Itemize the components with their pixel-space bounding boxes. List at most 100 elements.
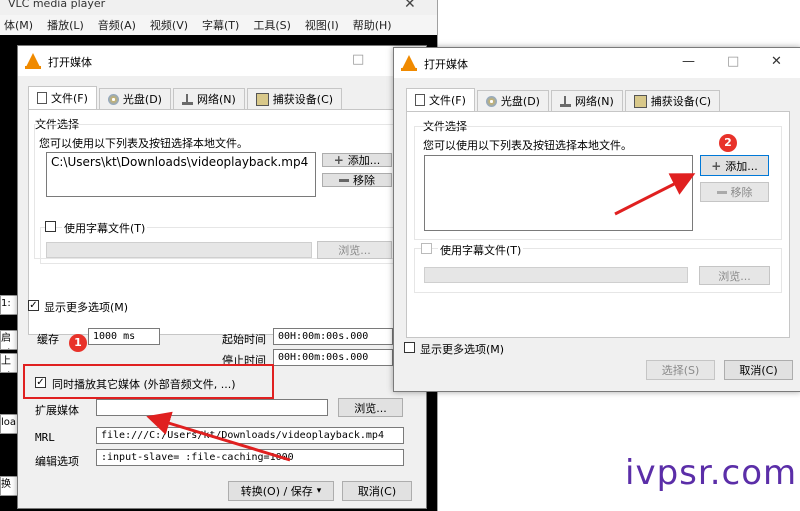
extra-media-field[interactable] — [96, 399, 328, 416]
tab-label: 捕获设备(C) — [272, 93, 334, 106]
remove-button[interactable]: 移除 — [322, 173, 392, 187]
menu-item-audio[interactable]: 音频(A) — [98, 17, 136, 33]
dialog-title: 打开媒体 — [48, 56, 92, 69]
file-list[interactable]: C:\Users\kt\Downloads\videoplayback.mp4 — [46, 152, 316, 197]
more-options-checkbox[interactable]: ✓ — [28, 300, 39, 311]
dialog-titlebar: 打开媒体 — □ ✕ — [394, 48, 800, 78]
tab-label: 光盘(D) — [122, 93, 162, 106]
chevron-down-icon: ▾ — [316, 486, 322, 496]
file-hint: 您可以使用以下列表及按钮选择本地文件。 — [39, 137, 248, 150]
tab-capture[interactable]: 捕获设备(C) — [246, 88, 343, 109]
subtitle-browse-button: 浏览... — [699, 266, 770, 285]
button-label: 取消(C) — [739, 364, 778, 377]
vlc-menubar: 体(M) 播放(L) 音频(A) 视频(V) 字幕(T) 工具(S) 视图(I)… — [0, 15, 437, 35]
plus-icon: + — [333, 153, 344, 167]
maximize-icon[interactable]: □ — [352, 52, 364, 67]
file-icon — [415, 94, 425, 106]
mrl-label: MRL — [35, 431, 55, 444]
subtitle-label: 使用字幕文件(T) — [438, 242, 524, 258]
tab-label: 文件(F) — [51, 92, 88, 105]
cancel-button[interactable]: 取消(C) — [342, 481, 412, 501]
list-item[interactable]: C:\Users\kt\Downloads\videoplayback.mp4 — [51, 155, 311, 169]
edit-options-field[interactable]: :input-slave= :file-caching=1000 — [96, 449, 404, 466]
subtitle-browse-button: 浏览... — [317, 241, 392, 259]
vlc-window-title: VLC media player — [8, 0, 106, 10]
capture-icon — [255, 92, 269, 106]
disc-icon — [107, 93, 119, 105]
step-badge-2: 2 — [719, 134, 737, 152]
open-media-dialog-right: 打开媒体 — □ ✕ 文件(F) 光盘(D) 网络(N) 捕获设备(C) 文件选… — [393, 47, 800, 392]
file-list[interactable] — [424, 155, 693, 231]
button-label: 取消(C) — [357, 485, 397, 498]
vlc-cone-icon — [25, 53, 41, 69]
subtitle-checkbox — [421, 243, 432, 254]
button-label: 浏览... — [338, 244, 371, 257]
convert-save-button[interactable]: 转换(O) / 保存 ▾ — [228, 481, 334, 501]
tab-file[interactable]: 文件(F) — [406, 88, 475, 111]
button-label: 选择(S) — [661, 364, 700, 377]
subtitle-checkbox[interactable] — [45, 221, 56, 232]
extra-browse-button[interactable]: 浏览... — [338, 398, 403, 417]
tab-label: 网络(N) — [574, 95, 614, 108]
highlight-box — [23, 364, 274, 399]
menu-item-playback[interactable]: 播放(L) — [47, 17, 84, 33]
network-icon — [559, 95, 571, 107]
subtitle-path-field — [46, 242, 312, 258]
close-icon[interactable]: ✕ — [771, 54, 782, 69]
file-icon — [37, 92, 47, 104]
vlc-cone-icon — [401, 55, 417, 71]
more-options-checkbox[interactable] — [404, 342, 415, 353]
minus-icon — [339, 178, 349, 182]
dialog-titlebar: 打开媒体 □ ✕ — [18, 46, 426, 76]
cancel-button[interactable]: 取消(C) — [724, 360, 793, 380]
more-options-label: 显示更多选项(M) — [44, 301, 129, 314]
close-icon[interactable]: ✕ — [404, 0, 416, 12]
cache-label: 缓存 — [37, 333, 59, 346]
start-time-label: 起始时间 — [222, 333, 266, 346]
tab-bar: 文件(F) 光盘(D) 网络(N) 捕获设备(C) — [406, 88, 722, 111]
minimize-icon[interactable]: — — [682, 54, 695, 69]
subtitle-path-field — [424, 267, 688, 283]
tab-label: 文件(F) — [429, 94, 466, 107]
file-hint: 您可以使用以下列表及按钮选择本地文件。 — [423, 139, 632, 152]
menu-item-help[interactable]: 帮助(H) — [353, 17, 392, 33]
menu-item-media[interactable]: 体(M) — [4, 17, 33, 33]
button-label: 移除 — [730, 186, 753, 199]
stop-time-field[interactable]: 00H:00m:00s.000 — [273, 349, 393, 366]
extra-media-label: 扩展媒体 — [35, 404, 79, 417]
tab-network[interactable]: 网络(N) — [172, 88, 245, 109]
cache-value: 1000 ms — [93, 331, 136, 342]
add-button[interactable]: + 添加... — [322, 153, 392, 167]
capture-icon — [633, 94, 647, 108]
tab-disc[interactable]: 光盘(D) — [98, 88, 171, 109]
menu-item-subtitle[interactable]: 字幕(T) — [202, 17, 239, 33]
add-button[interactable]: + 添加... — [700, 155, 769, 176]
button-label: 转换(O) / 保存 — [240, 485, 313, 498]
tab-network[interactable]: 网络(N) — [550, 90, 623, 111]
open-media-dialog-left: 打开媒体 □ ✕ 文件(F) 光盘(D) 网络(N) 捕获设备(C) 文件选择 … — [17, 45, 427, 509]
select-button: 选择(S) — [646, 360, 715, 380]
step-badge-1: 1 — [69, 334, 87, 352]
tab-file[interactable]: 文件(F) — [28, 86, 97, 109]
menu-item-tools[interactable]: 工具(S) — [253, 17, 291, 33]
mrl-field[interactable]: file:///C:/Users/kt/Downloads/videoplayb… — [96, 427, 404, 444]
minus-icon — [716, 190, 727, 194]
tab-disc[interactable]: 光盘(D) — [476, 90, 549, 111]
button-label: 移除 — [353, 174, 375, 187]
menu-item-video[interactable]: 视频(V) — [150, 17, 188, 33]
button-label: 浏览... — [718, 269, 751, 283]
watermark: ivpsr.com — [625, 453, 798, 493]
start-time-field[interactable]: 00H:00m:00s.000 — [273, 328, 393, 345]
tab-label: 网络(N) — [196, 93, 236, 106]
menu-item-view[interactable]: 视图(I) — [305, 17, 339, 33]
button-label: 添加... — [725, 159, 758, 173]
tab-capture[interactable]: 捕获设备(C) — [624, 90, 721, 111]
button-label: 添加... — [347, 154, 381, 167]
maximize-icon[interactable]: □ — [727, 54, 739, 69]
remove-button: 移除 — [700, 182, 769, 202]
tab-label: 捕获设备(C) — [650, 95, 712, 108]
tab-bar: 文件(F) 光盘(D) 网络(N) 捕获设备(C) — [28, 86, 344, 109]
edit-options-label: 编辑选项 — [35, 455, 79, 468]
cache-spinbox[interactable]: 1000 ms — [88, 328, 160, 345]
dialog-title: 打开媒体 — [424, 58, 468, 71]
